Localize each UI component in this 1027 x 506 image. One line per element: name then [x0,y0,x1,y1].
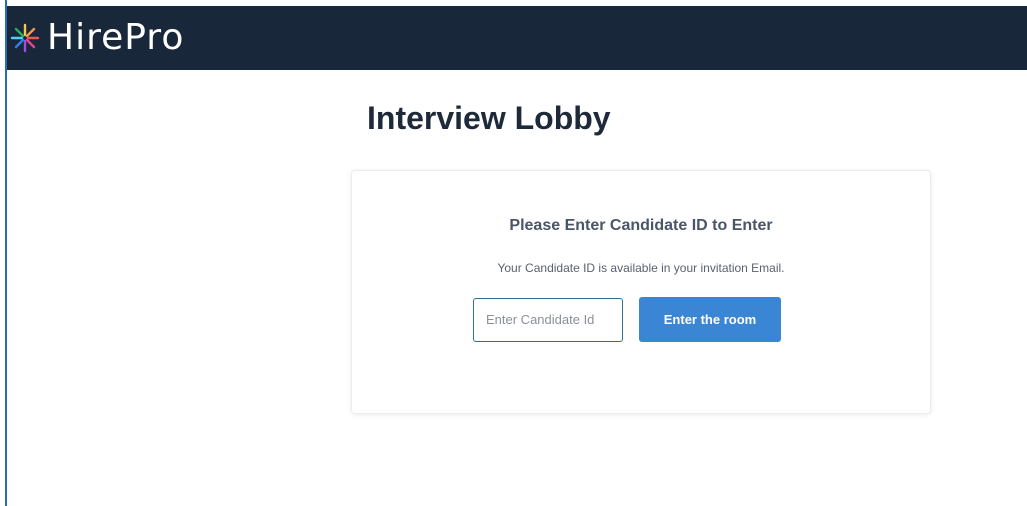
candidate-id-input[interactable] [473,297,623,342]
card-subtext: Your Candidate ID is available in your i… [497,261,785,275]
enter-room-button[interactable]: Enter the room [639,297,781,342]
page-title: Interview Lobby [367,100,611,136]
logo-text: HirePro [47,17,185,58]
top-header: HirePro [7,6,1027,70]
card-heading: Please Enter Candidate ID to Enter [509,217,773,234]
page: HirePro Interview Lobby Please Enter Can… [0,0,1027,506]
left-border [5,0,7,506]
starburst-logo-icon [10,23,40,53]
candidate-id-form: Enter the room [473,297,781,342]
logo[interactable]: HirePro [9,20,184,56]
candidate-id-card: Please Enter Candidate ID to Enter Your … [351,170,931,414]
